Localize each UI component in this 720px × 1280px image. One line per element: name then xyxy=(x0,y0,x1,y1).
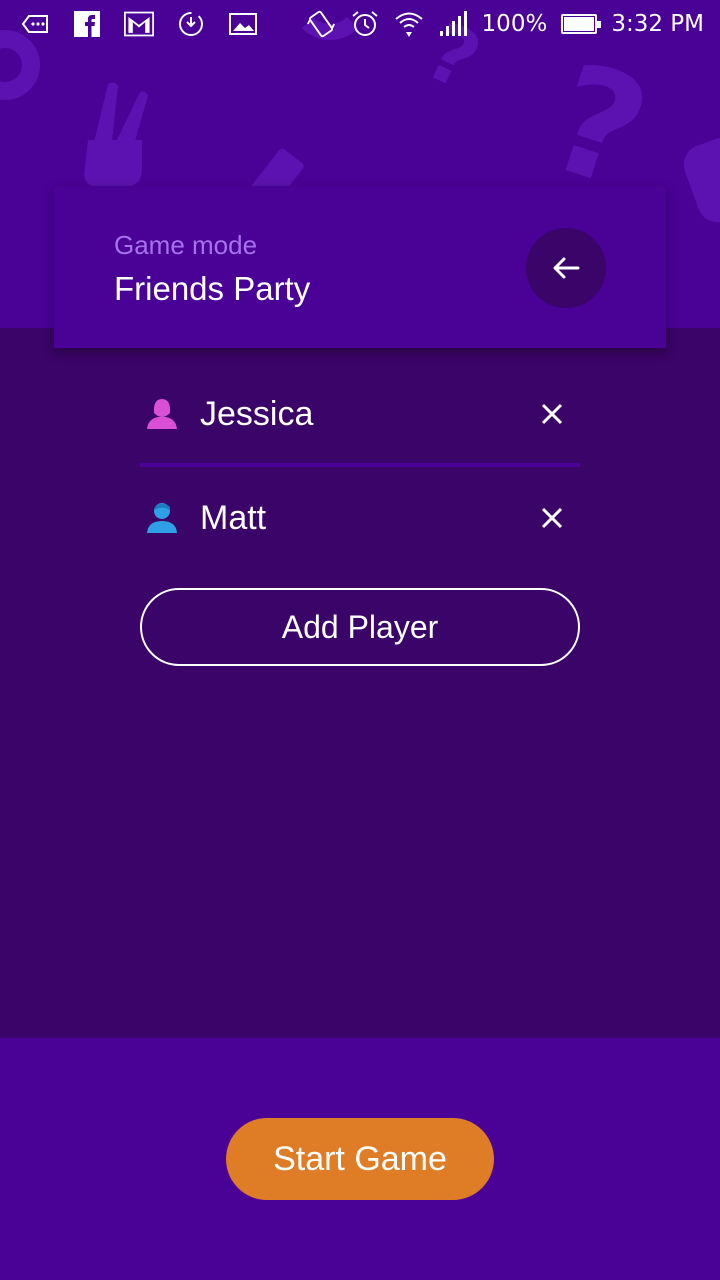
game-mode-value: Friends Party xyxy=(114,270,311,307)
battery-percent: 100% xyxy=(481,11,548,37)
back-button[interactable] xyxy=(526,228,606,308)
gmail-icon xyxy=(124,9,154,39)
wifi-icon xyxy=(394,9,424,39)
player-name: Matt xyxy=(200,498,267,537)
player-list: Jessica Matt xyxy=(140,365,580,569)
male-user-icon xyxy=(142,498,182,538)
player-row: Matt xyxy=(140,467,580,569)
facebook-icon xyxy=(72,9,102,39)
remove-player-button[interactable] xyxy=(532,394,572,434)
message-icon xyxy=(20,9,50,39)
start-game-button[interactable]: Start Game xyxy=(226,1118,494,1200)
app-screen: ? ? 100% 3:32 PM Game mode Friends Party… xyxy=(0,0,720,1280)
battery-icon xyxy=(561,14,602,34)
alarm-icon xyxy=(350,9,380,39)
arrow-left-icon xyxy=(553,257,580,279)
female-user-icon xyxy=(142,394,182,434)
remove-player-button[interactable] xyxy=(532,498,572,538)
status-bar: 100% 3:32 PM xyxy=(0,0,720,48)
close-icon xyxy=(541,507,563,529)
decor-peace-hand-icon xyxy=(84,82,148,189)
bottom-bar: Start Game xyxy=(0,1038,720,1280)
vibrate-icon xyxy=(306,9,336,39)
signal-icon xyxy=(438,9,468,39)
player-row: Jessica xyxy=(140,365,580,467)
add-player-button[interactable]: Add Player xyxy=(140,588,580,666)
decor-blob xyxy=(678,132,720,228)
player-name: Jessica xyxy=(200,394,314,433)
close-icon xyxy=(541,403,563,425)
game-mode-card: Game mode Friends Party xyxy=(54,186,666,348)
image-icon xyxy=(228,9,258,39)
game-mode-label: Game mode xyxy=(114,230,258,260)
clock: 3:32 PM xyxy=(611,11,704,37)
sync-icon xyxy=(176,9,206,39)
